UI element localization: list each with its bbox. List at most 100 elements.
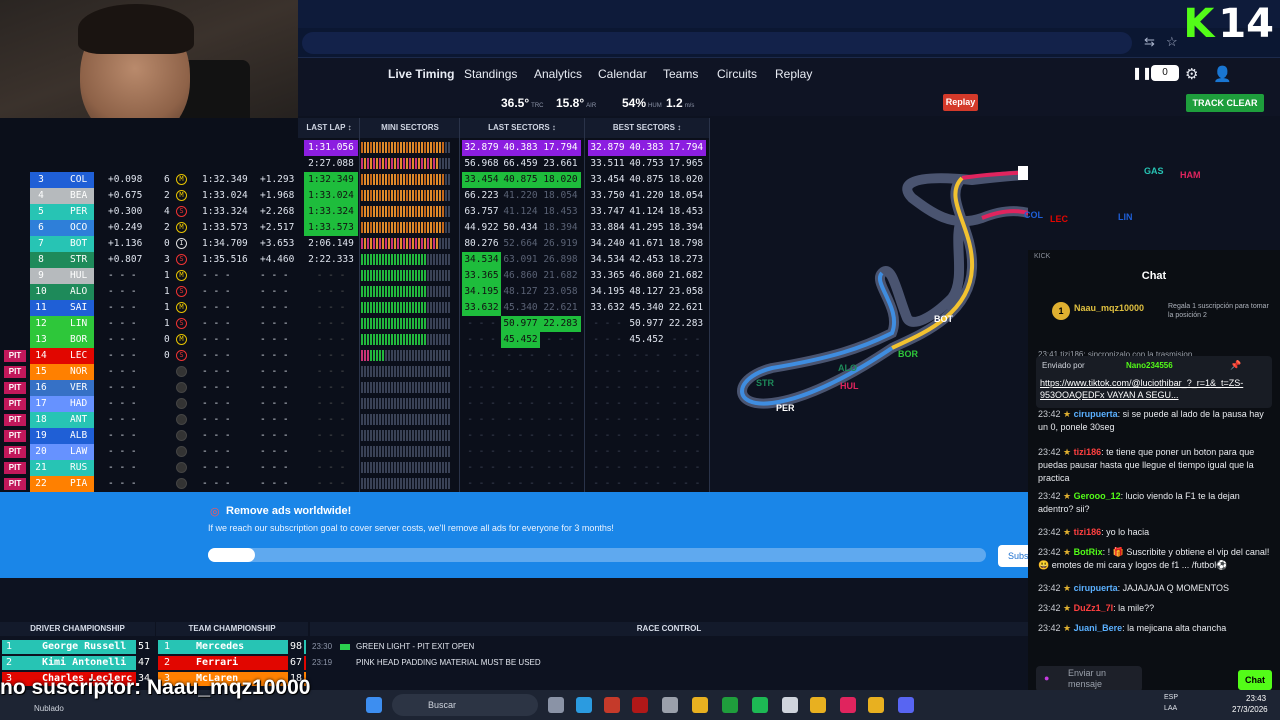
chrome-icon[interactable] xyxy=(692,697,708,713)
chat-username[interactable]: Juani_Bere xyxy=(1074,623,1123,633)
pause-icon[interactable]: ❚❚ xyxy=(1132,66,1152,80)
driver-standing-row[interactable]: 2 Kimi Antonelli 47 xyxy=(2,656,153,670)
app-icon[interactable] xyxy=(662,697,678,713)
timing-row[interactable]: 12 LIN - - -1S- - -- - -- - -- - -50.977 22… xyxy=(0,316,710,332)
clock-time[interactable]: 23:43 xyxy=(1246,694,1266,703)
tiktok-icon[interactable] xyxy=(840,697,856,713)
header-best-sectors[interactable]: BEST SECTORS ↕ xyxy=(585,118,709,138)
pin-icon[interactable]: 📌 xyxy=(1230,360,1241,371)
team-standing-row[interactable]: 2 Ferrari 67 xyxy=(158,656,306,670)
gift-sub-text[interactable]: Regala 1 suscripción para tomar la posic… xyxy=(1168,302,1276,320)
timing-row[interactable]: PIT 14 LEC - - - 0S - - - - - - - - - - - - - - -… xyxy=(0,348,710,364)
tab-calendar[interactable]: Calendar xyxy=(598,67,647,81)
timing-row[interactable]: 7 BOT +1.136 0 I 1:34.709 +3.653 2:06.149 80.276… xyxy=(0,236,710,252)
team-standing-row[interactable]: 1 Mercedes 98 xyxy=(158,640,306,654)
chat-message[interactable]: 23:42 ★ cirupuerta: si se puede al lado … xyxy=(1038,408,1274,434)
pinned-user[interactable]: Nano234556 xyxy=(1126,361,1173,370)
tab-standings[interactable]: Standings xyxy=(464,67,517,81)
chat-message[interactable]: 23:42 ★ tizi186: te tiene que poner un b… xyxy=(1038,446,1274,485)
spotify-icon[interactable] xyxy=(752,697,768,713)
timing-row[interactable]: PIT 22 PIA - - - - - - - - - - - - - - - - - - - … xyxy=(0,476,710,492)
chat-username[interactable]: BotRix xyxy=(1074,547,1103,557)
timing-row[interactable]: 13 BOR - - - 0M - - - - - - - - - - - - 45.452 - … xyxy=(0,332,710,348)
taskbar-search[interactable]: Buscar xyxy=(392,694,538,716)
timing-row[interactable]: PIT 18 ANT - - - - - - - - - - - - - - - - - - - … xyxy=(0,412,710,428)
timing-row[interactable]: PIT 15 NOR - - - - - - - - - - - - - - - - - - - … xyxy=(0,364,710,380)
pinned-link[interactable]: https://www.tiktok.com/@luciothibar_?_r=… xyxy=(1040,377,1250,401)
chat-message[interactable]: 23:42 ★ tizi186: yo lo hacia xyxy=(1038,526,1274,539)
chat-username[interactable]: cirupuerta xyxy=(1074,583,1118,593)
mini-sector xyxy=(424,350,426,361)
app-icon[interactable] xyxy=(604,697,620,713)
top-sub-user[interactable]: Naau_mqz10000 xyxy=(1074,303,1144,313)
replay-button[interactable]: Replay xyxy=(943,94,978,111)
replay-delay-counter[interactable]: 0 xyxy=(1151,65,1179,81)
mic-icon[interactable]: ● xyxy=(1044,673,1049,683)
folder-icon[interactable] xyxy=(810,697,826,713)
translate-icon[interactable]: ⇆ xyxy=(1144,34,1155,50)
region-indicator[interactable]: LAA xyxy=(1164,705,1177,712)
clock-date[interactable]: 27/3/2026 xyxy=(1232,705,1268,714)
timing-row[interactable]: 3 COL +0.098 6 M 1:32.349 +1.293 1:32.349 33.454… xyxy=(0,172,710,188)
timing-row[interactable]: PIT 17 HAD - - - - - - - - - - - - - - - - - - - … xyxy=(0,396,710,412)
chat-message[interactable]: 23:42 ★ cirupuerta: JAJAJAJA Q MOMENTOS xyxy=(1038,582,1274,595)
header-last-lap[interactable]: LAST LAP ↕ xyxy=(298,118,360,138)
chrome-icon[interactable] xyxy=(868,697,884,713)
lang-indicator[interactable]: ESP xyxy=(1164,694,1178,701)
chat-message[interactable]: 23:42 ★ BotRix: ! 🎁 Suscribite y obtiene… xyxy=(1038,546,1274,572)
url-field[interactable] xyxy=(302,32,1132,54)
timing-row[interactable]: 11 SAI - - -1M- - -- - -- - -33.632 45.340 2… xyxy=(0,300,710,316)
header-last-sectors[interactable]: LAST SECTORS ↕ xyxy=(460,118,584,138)
best-sector: - - - xyxy=(593,430,622,441)
timing-row-top[interactable]: 2:27.088 56.968 66.459 23.661 33.511 40.753 17… xyxy=(0,156,710,172)
star-icon[interactable]: ☆ xyxy=(1166,34,1178,50)
timing-row[interactable]: 8 STR +0.807 3 S 1:35.516 +4.460 2:22.333 34.534… xyxy=(0,252,710,268)
capcut-icon[interactable] xyxy=(782,697,798,713)
chat-username[interactable]: tizi186 xyxy=(1074,447,1102,457)
chat-message[interactable]: 23:42 ★ DuZz1_7l: la mile?? xyxy=(1038,602,1274,615)
chat-input[interactable]: ● Enviar un mensaje xyxy=(1036,666,1142,692)
tab-replay[interactable]: Replay xyxy=(775,67,812,81)
edge-icon[interactable] xyxy=(576,697,592,713)
weather-widget-text[interactable]: Nublado xyxy=(34,704,64,713)
timing-row[interactable]: PIT 19 ALB - - - - - - - - - - - - - - - - - - - … xyxy=(0,428,710,444)
last-lap: - - - xyxy=(316,350,346,361)
timing-row-top[interactable]: 1:31.056 32.879 40.383 17.794 32.879 40.383 17… xyxy=(0,140,710,156)
driver-standing-row[interactable]: 1 George Russell 51 xyxy=(2,640,153,654)
mini-sector xyxy=(364,174,366,185)
chat-username[interactable]: cirupuerta xyxy=(1074,409,1118,419)
mini-sector xyxy=(418,414,420,425)
timing-row[interactable]: 5 PER +0.300 4 S 1:33.324 +2.268 1:33.324 63.757… xyxy=(0,204,710,220)
driver-code: PIA xyxy=(52,476,94,492)
gear-icon[interactable]: ⚙ xyxy=(1185,65,1198,83)
tab-circuits[interactable]: Circuits xyxy=(717,67,757,81)
chat-username[interactable]: DuZz1_7l xyxy=(1074,603,1114,613)
tab-analytics[interactable]: Analytics xyxy=(534,67,582,81)
chat-send-button[interactable]: Chat xyxy=(1238,670,1272,690)
timing-row[interactable]: 9 HUL - - -1M- - -- - -- - -33.365 46.860 21… xyxy=(0,268,710,284)
timing-row[interactable]: PIT 21 RUS - - - - - - - - - - - - - - - - - - - … xyxy=(0,460,710,476)
tab-live-timing[interactable]: Live Timing xyxy=(388,67,454,81)
user-icon[interactable]: 👤 xyxy=(1213,65,1232,83)
chat-username[interactable]: Gerooo_12 xyxy=(1074,491,1121,501)
last-sector: - - - xyxy=(546,366,575,377)
mini-sector xyxy=(361,270,363,281)
pinned-message[interactable]: Enviado por Nano234556 📌 https://www.tik… xyxy=(1036,356,1272,408)
timing-row[interactable]: PIT 16 VER - - - - - - - - - - - - - - - - - - - … xyxy=(0,380,710,396)
mini-sector xyxy=(412,174,414,185)
xbox-icon[interactable] xyxy=(722,697,738,713)
app-icon[interactable] xyxy=(632,697,648,713)
tab-teams[interactable]: Teams xyxy=(663,67,698,81)
timing-row[interactable]: 4 BEA +0.675 2 M 1:33.024 +1.968 1:33.024 66.223… xyxy=(0,188,710,204)
timing-row[interactable]: PIT 20 LAW - - - - - - - - - - - - - - - - - - - … xyxy=(0,444,710,460)
chat-message[interactable]: 23:42 ★ Gerooo_12: lucio viendo la F1 te… xyxy=(1038,490,1274,516)
timing-row[interactable]: 6 OCO +0.249 2 M 1:33.573 +2.517 1:33.573 44.922… xyxy=(0,220,710,236)
chat-username[interactable]: tizi186 xyxy=(1074,527,1102,537)
task-view-icon[interactable] xyxy=(548,697,564,713)
windows-start-icon[interactable] xyxy=(366,697,382,713)
timing-row[interactable]: 10 ALO - - -1S- - -- - -- - -34.195 48.127 2… xyxy=(0,284,710,300)
mini-sector xyxy=(448,270,450,281)
chat-message[interactable]: 23:42 ★ Juani_Bere: la mejicana alta cha… xyxy=(1038,622,1274,635)
mini-sector xyxy=(412,366,414,377)
discord-icon[interactable] xyxy=(898,697,914,713)
